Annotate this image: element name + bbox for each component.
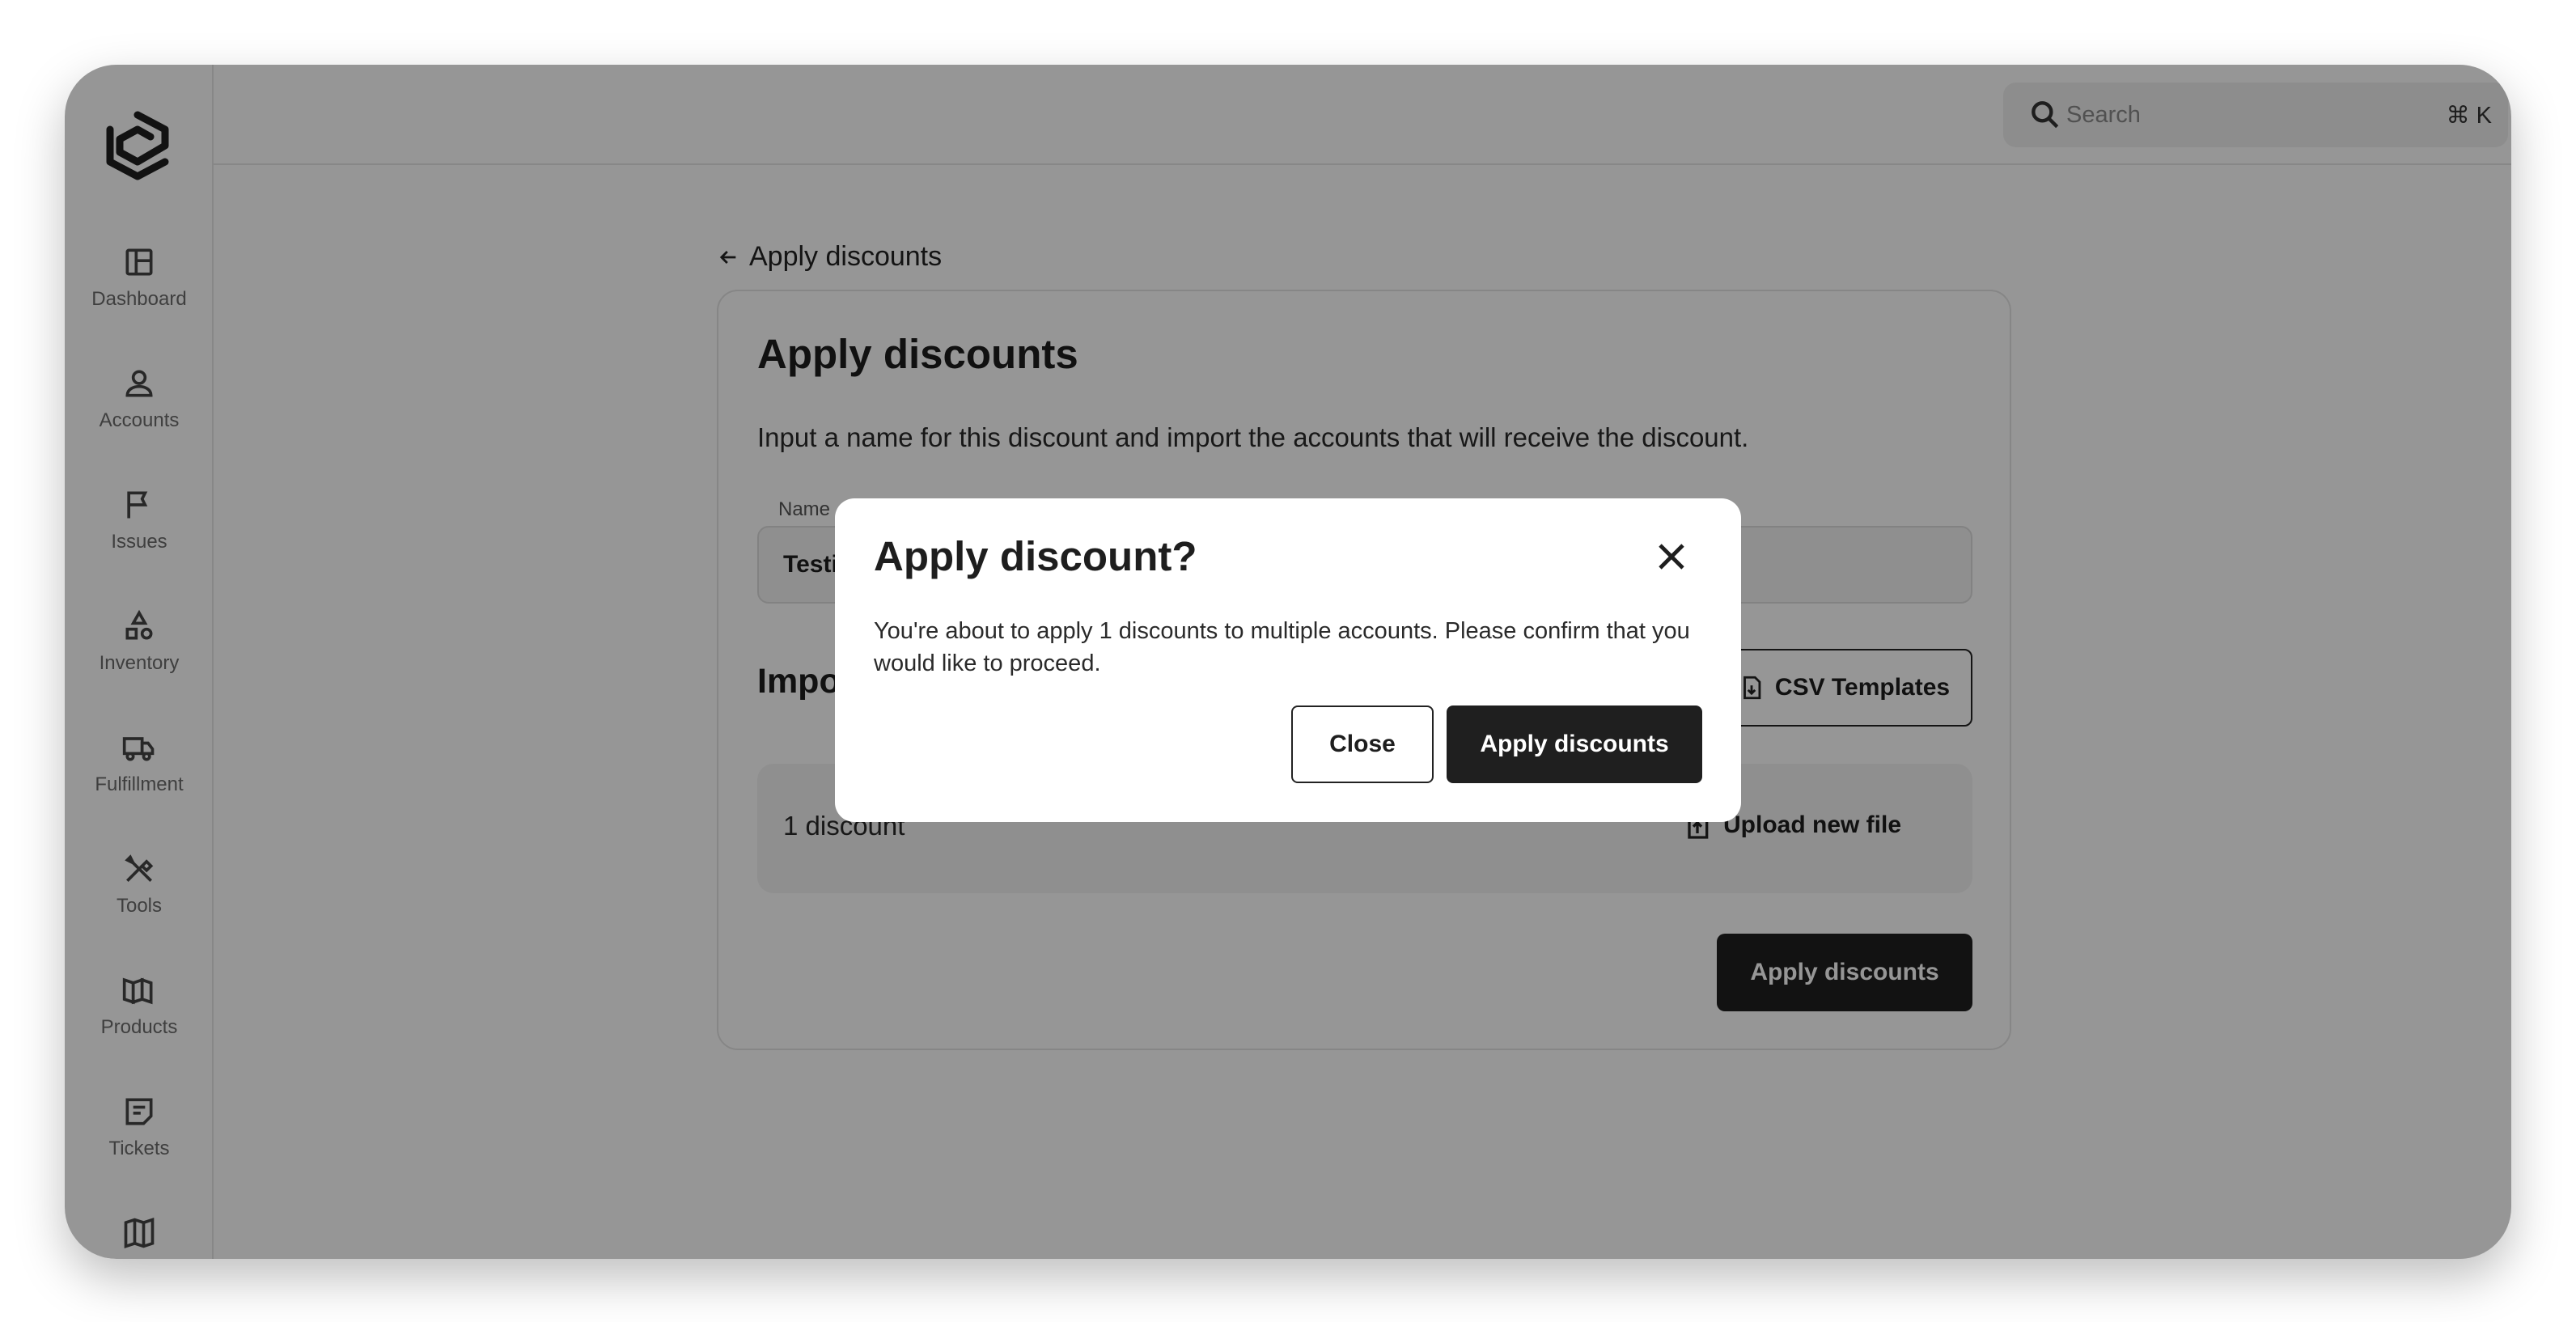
- dialog-close-button[interactable]: Close: [1291, 705, 1434, 783]
- dialog-message: You're about to apply 1 discounts to mul…: [874, 618, 1690, 676]
- close-icon[interactable]: [1652, 537, 1691, 576]
- dialog-apply-discounts-button[interactable]: Apply discounts: [1447, 705, 1702, 783]
- confirm-dialog: Apply discount? You're about to apply 1 …: [835, 498, 1741, 822]
- dialog-title: Apply discount?: [874, 533, 1197, 579]
